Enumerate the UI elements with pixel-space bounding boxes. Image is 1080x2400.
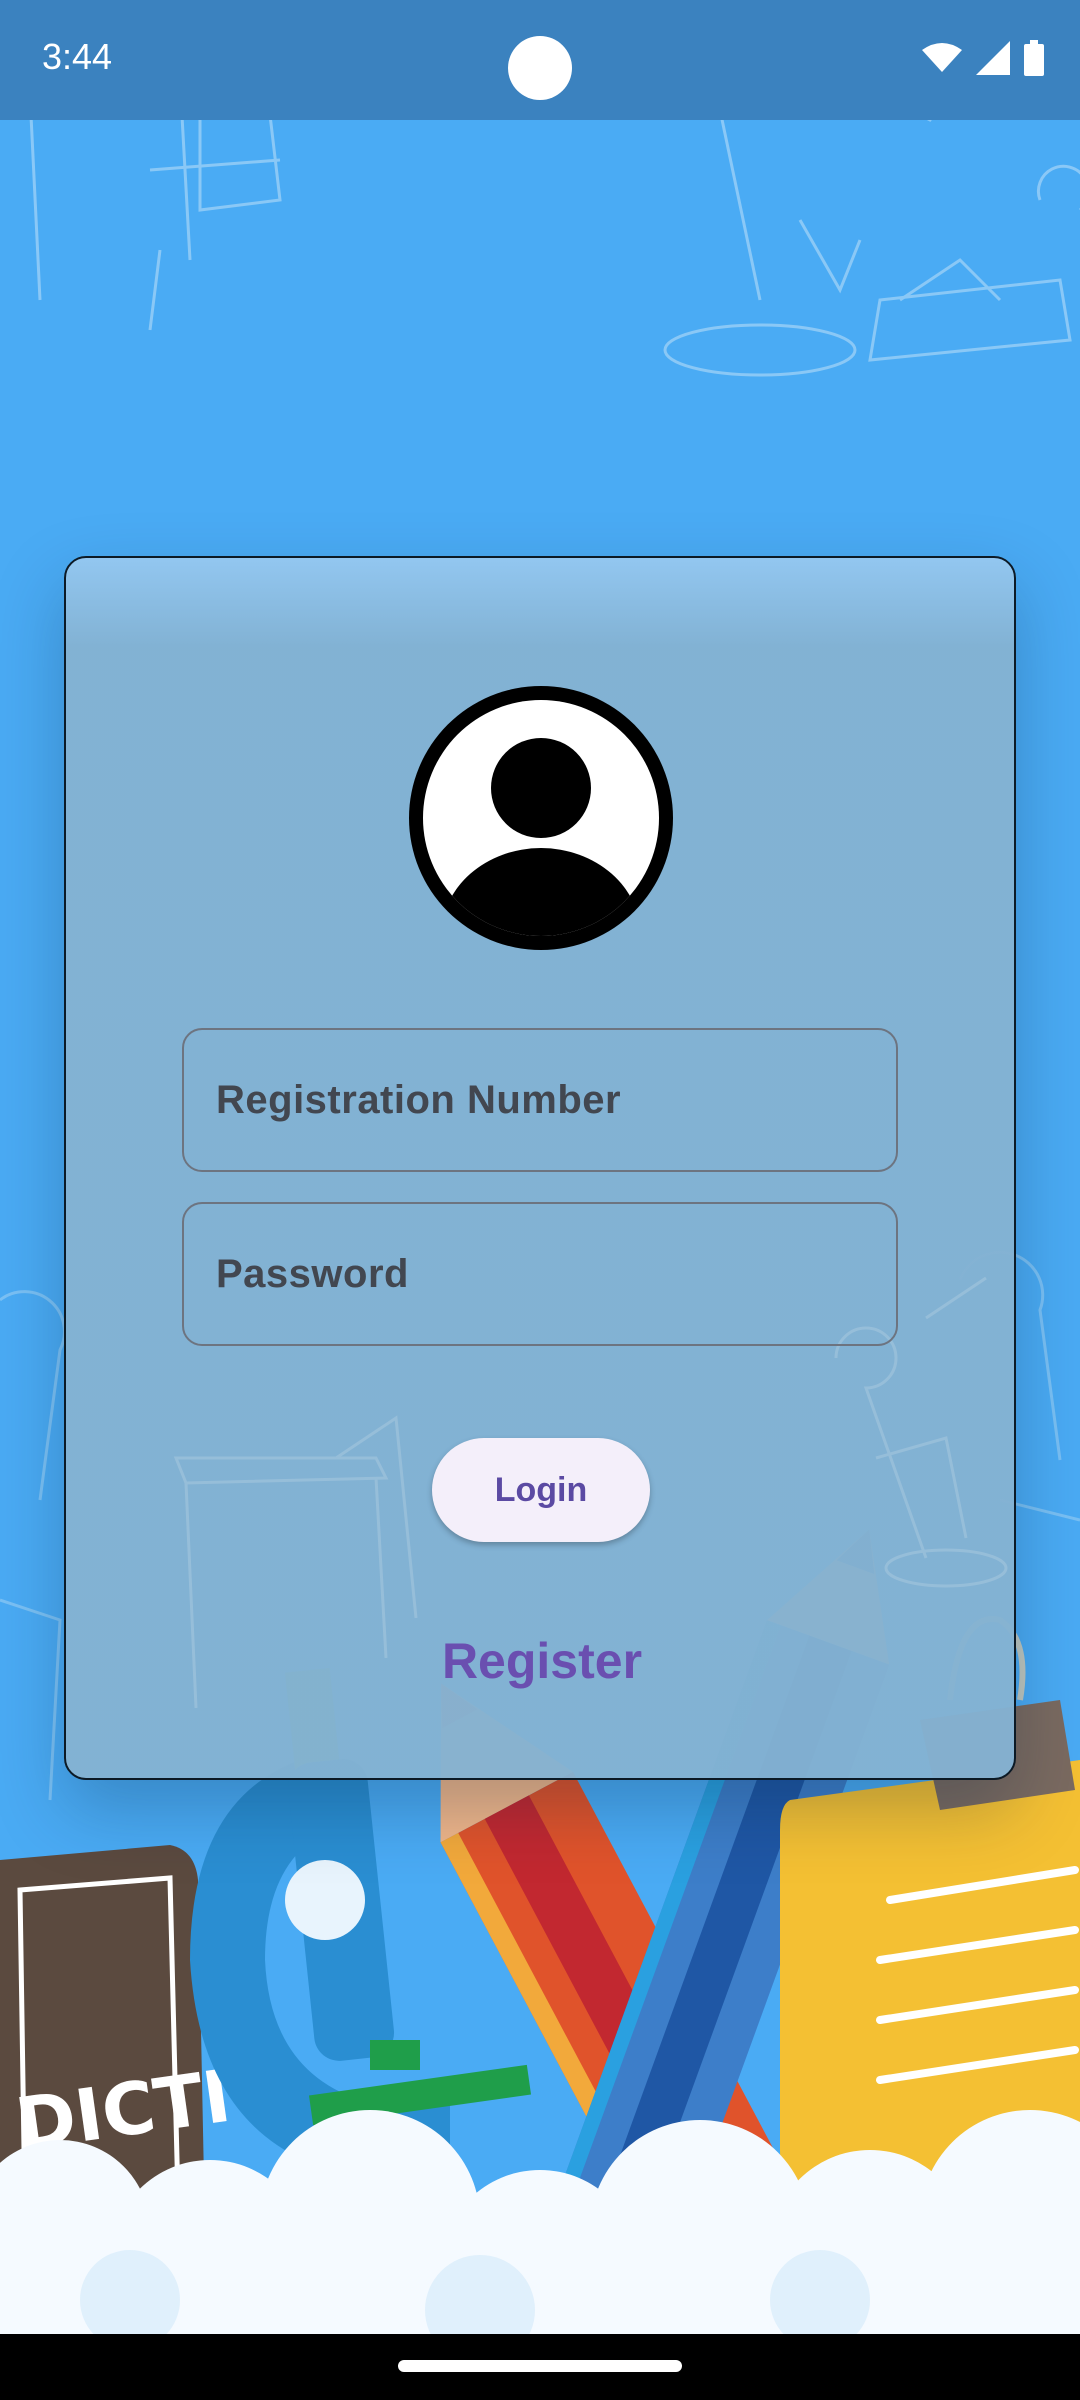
registration-number-placeholder: Registration Number bbox=[216, 1077, 622, 1122]
password-placeholder: Password bbox=[216, 1251, 409, 1296]
status-time: 3:44 bbox=[42, 36, 113, 77]
login-button-label: Login bbox=[494, 1470, 588, 1509]
register-link[interactable]: Register bbox=[66, 1632, 1014, 1690]
status-bar: 3:44 bbox=[0, 0, 1080, 120]
login-card: Registration Number Password Login Regis… bbox=[64, 556, 1016, 1780]
home-gesture-handle[interactable] bbox=[398, 2360, 682, 2372]
registration-number-input[interactable]: Registration Number bbox=[182, 1028, 898, 1172]
camera-cutout bbox=[508, 36, 572, 100]
battery-icon bbox=[1024, 40, 1044, 76]
wifi-icon bbox=[922, 43, 962, 72]
login-button[interactable]: Login bbox=[432, 1438, 650, 1542]
signal-icon bbox=[976, 41, 1010, 75]
password-input[interactable]: Password bbox=[182, 1202, 898, 1346]
status-icons bbox=[922, 40, 1044, 76]
user-avatar-icon bbox=[409, 686, 673, 950]
